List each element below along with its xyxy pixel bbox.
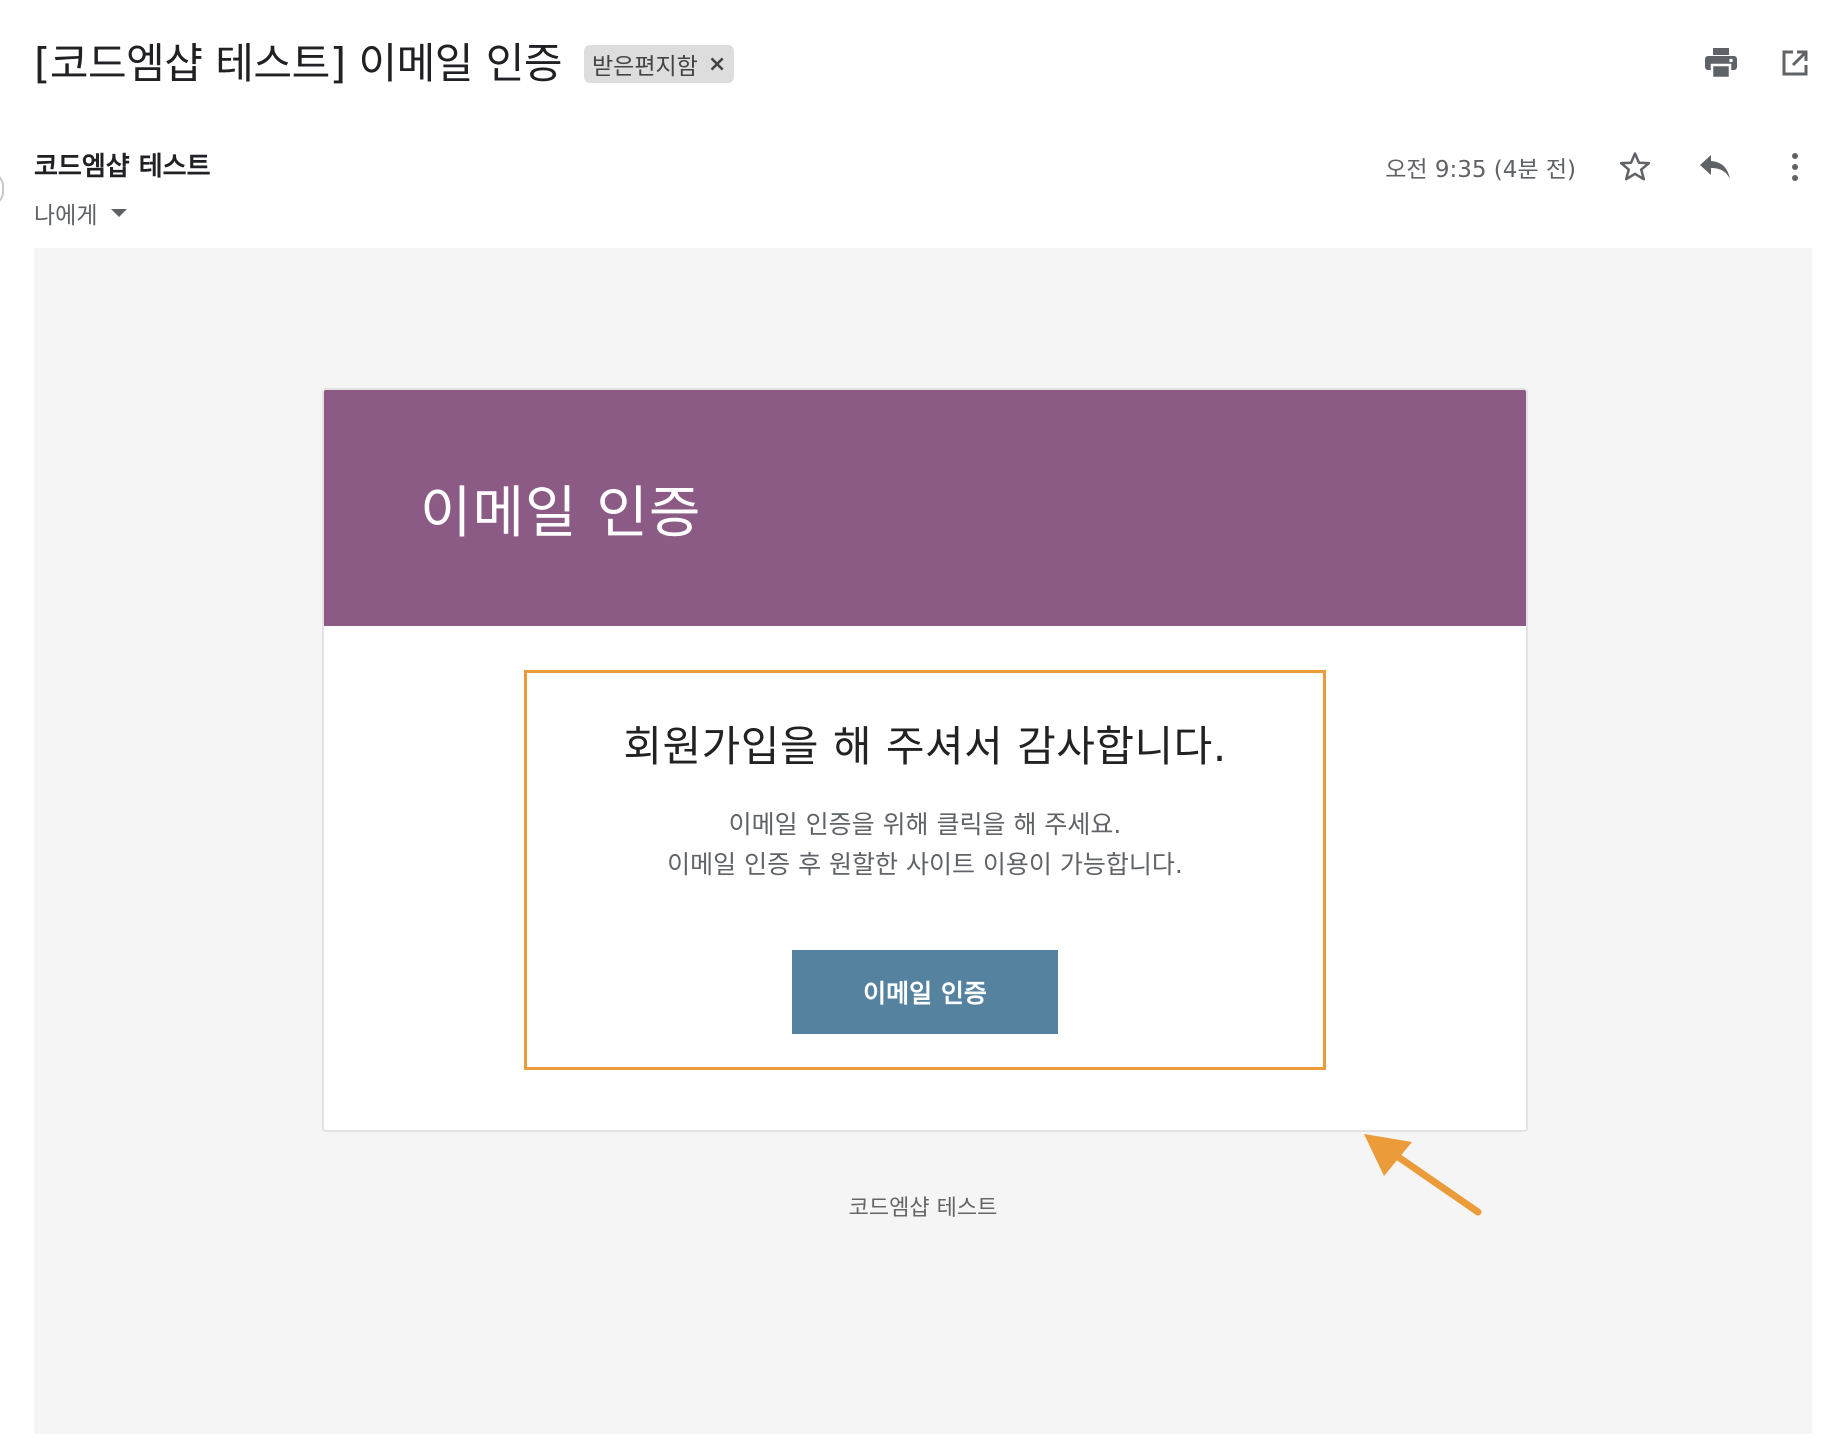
email-subject: [코드엠샵 테스트] 이메일 인증 [34,39,563,88]
verify-email-button[interactable]: 이메일 인증 [792,950,1058,1034]
email-content: 이메일 인증 회원가입을 해 주셔서 감사합니다. 이메일 인증을 위해 클릭을… [34,248,1812,1434]
more-options-button[interactable] [1776,148,1814,186]
sender-name[interactable]: 코드엠샵 테스트 [34,150,211,184]
star-button[interactable] [1616,148,1654,186]
subject-row: [코드엠샵 테스트] 이메일 인증 받은편지함 × [34,36,735,92]
email-view: [코드엠샵 테스트] 이메일 인증 받은편지함 × 코드엠샵 테스트 나에게 오… [0,0,1840,1454]
sender-block: 코드엠샵 테스트 나에게 [34,150,211,230]
previous-edge [0,172,4,206]
description-line-1: 이메일 인증을 위해 클릭을 해 주세요. [728,810,1122,839]
top-actions [1702,44,1814,82]
timestamp: 오전 9:35 (4분 전) [1385,157,1576,183]
chevron-down-icon [111,209,128,217]
reply-button[interactable] [1696,148,1734,186]
open-new-window-button[interactable] [1776,44,1814,82]
reply-icon [1700,155,1730,179]
star-icon [1619,152,1651,181]
print-icon [1705,48,1737,78]
print-button[interactable] [1702,44,1740,82]
description-line-2: 이메일 인증 후 원할한 사이트 이용이 가능합니다. [667,850,1183,879]
card-title: 이메일 인증 [420,480,702,546]
open-in-new-window-icon [1782,50,1808,76]
email-footer: 코드엠샵 테스트 [848,1196,998,1221]
inbox-label-chip[interactable]: 받은편지함 × [584,45,735,83]
inbox-label-text: 받은편지함 [592,54,698,80]
thanks-heading: 회원가입을 해 주셔서 감사합니다. [623,722,1227,771]
recipient-dropdown[interactable]: 나에게 [34,196,211,230]
message-actions: 오전 9:35 (4분 전) [1385,148,1814,186]
highlight-box: 회원가입을 해 주셔서 감사합니다. 이메일 인증을 위해 클릭을 해 주세요.… [524,670,1326,1070]
recipient-label: 나에게 [34,203,98,229]
remove-label-button[interactable]: × [708,52,726,77]
more-vertical-icon [1792,153,1798,181]
description: 이메일 인증을 위해 클릭을 해 주세요. 이메일 인증 후 원할한 사이트 이… [527,805,1323,885]
card-header: 이메일 인증 [324,390,1526,626]
verification-card: 이메일 인증 회원가입을 해 주셔서 감사합니다. 이메일 인증을 위해 클릭을… [322,388,1528,1132]
